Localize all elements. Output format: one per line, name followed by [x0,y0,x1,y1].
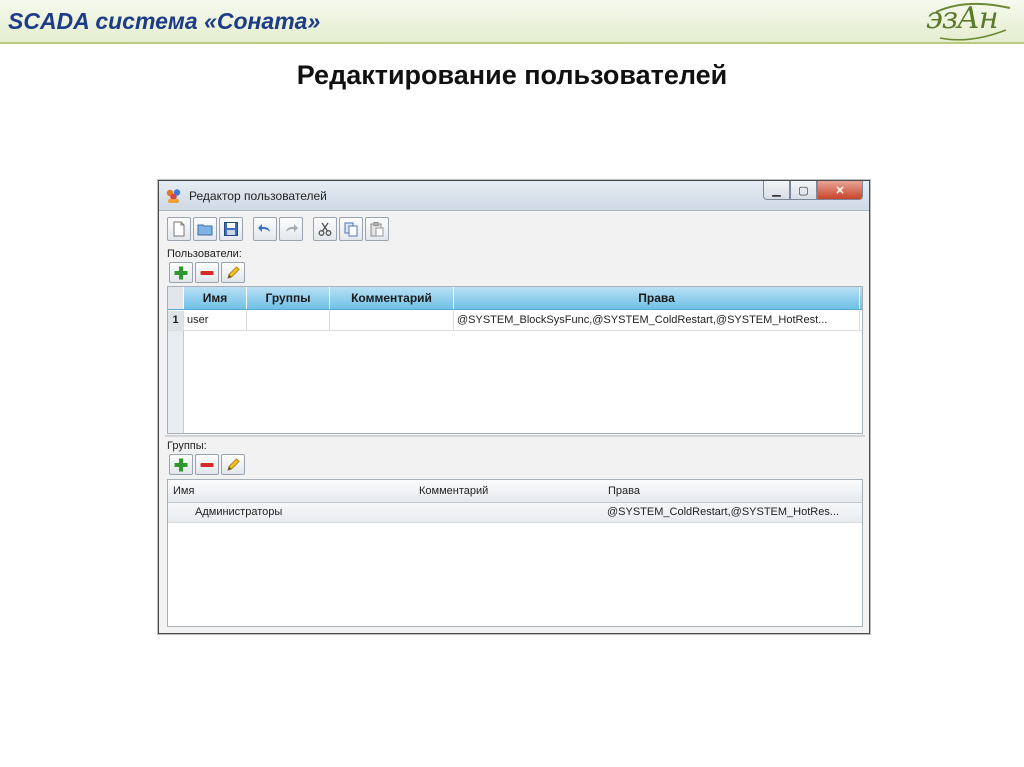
minus-icon [200,270,214,275]
user-groups-cell[interactable] [247,311,330,330]
logo-text: эзАн [926,1,999,36]
window-title: Редактор пользователей [189,189,327,203]
group-comment-cell[interactable] [417,503,604,522]
user-editor-window: Редактор пользователей ▁ ▢ ✕ Пользовател… [158,180,870,634]
minimize-button[interactable]: ▁ [763,181,790,200]
user-comment-cell[interactable] [330,311,454,330]
user-name-cell[interactable]: user [184,311,247,330]
pencil-icon [227,457,240,471]
users-actions [169,262,245,283]
groups-table-header: Имя Комментарий Права [168,480,862,503]
row-header-column [168,331,184,433]
open-button[interactable] [193,217,217,241]
groups-actions [169,454,245,475]
redo-button[interactable] [279,217,303,241]
paste-icon [370,222,384,237]
cut-icon [318,222,332,236]
users-table: Имя Группы Комментарий Права 1 user @SYS… [167,286,863,434]
column-header-rights[interactable]: Права [603,480,862,502]
copy-button[interactable] [339,217,363,241]
column-header-rights[interactable]: Права [454,287,860,309]
page-heading: Редактирование пользователей [296,60,728,90]
maximize-button[interactable]: ▢ [790,181,817,200]
plus-icon [174,458,188,471]
column-header-comment[interactable]: Комментарий [330,287,454,309]
undo-button[interactable] [253,217,277,241]
new-file-icon [173,221,185,237]
users-app-icon [166,189,181,203]
paste-button[interactable] [365,217,389,241]
plus-icon [174,266,188,279]
minus-icon [200,462,214,467]
company-logo: эзАн [926,0,1016,42]
pencil-icon [227,265,240,279]
users-table-header: Имя Группы Комментарий Права [168,287,862,310]
groups-table: Имя Комментарий Права Администраторы @SY… [167,479,863,627]
groups-label: Группы: [167,440,207,452]
new-file-button[interactable] [167,217,191,241]
window-titlebar[interactable]: Редактор пользователей ▁ ▢ ✕ [159,181,869,211]
table-row[interactable]: 1 user @SYSTEM_BlockSysFunc,@SYSTEM_Cold… [168,311,862,331]
slide-title: SCADA система «Соната» [8,8,321,34]
group-name-cell[interactable]: Администраторы [192,503,417,522]
column-header-comment[interactable]: Комментарий [414,480,603,502]
redo-icon [286,224,298,232]
close-button[interactable]: ✕ [817,181,863,200]
undo-icon [258,224,270,232]
save-button[interactable] [219,217,243,241]
table-row[interactable]: Администраторы @SYSTEM_ColdRestart,@SYST… [168,503,862,523]
column-header-groups[interactable]: Группы [247,287,330,309]
column-header-name[interactable]: Имя [184,287,247,309]
toolbar [165,215,863,243]
edit-group-button[interactable] [221,454,245,475]
copy-icon [344,222,358,237]
window-controls: ▁ ▢ ✕ [763,181,863,201]
group-rights-cell[interactable]: @SYSTEM_ColdRestart,@SYSTEM_HotRes... [604,503,862,522]
open-folder-icon [197,224,213,236]
slide-header: SCADA система «Соната» эзАн [0,0,1024,44]
add-group-button[interactable] [169,454,193,475]
splitter[interactable] [165,435,865,437]
edit-user-button[interactable] [221,262,245,283]
row-indent [168,503,192,522]
user-rights-cell[interactable]: @SYSTEM_BlockSysFunc,@SYSTEM_ColdRestart… [454,311,860,330]
remove-user-button[interactable] [195,262,219,283]
row-number: 1 [168,311,184,330]
users-label: Пользователи: [167,248,242,260]
row-header-corner [168,287,184,309]
save-icon [224,222,238,236]
add-user-button[interactable] [169,262,193,283]
cut-button[interactable] [313,217,337,241]
column-header-name[interactable]: Имя [168,480,414,502]
remove-group-button[interactable] [195,454,219,475]
